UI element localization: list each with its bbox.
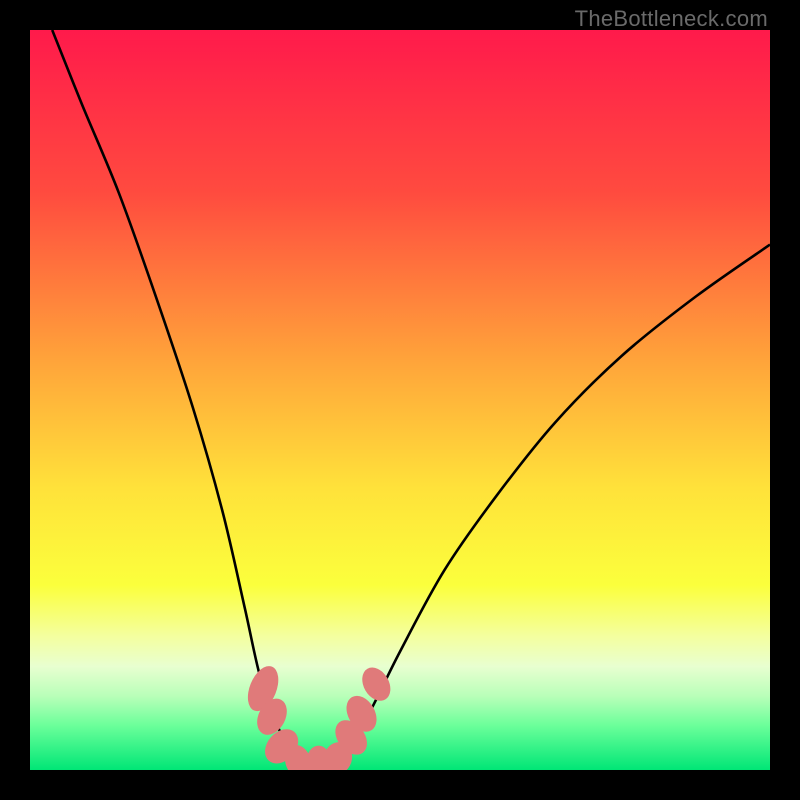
curve-layer	[30, 30, 770, 770]
plot-area	[30, 30, 770, 770]
left-curve	[52, 30, 304, 763]
right-curve	[333, 245, 770, 763]
watermark-label: TheBottleneck.com	[575, 6, 768, 32]
chart-frame: TheBottleneck.com	[0, 0, 800, 800]
bottom-markers	[242, 662, 396, 770]
